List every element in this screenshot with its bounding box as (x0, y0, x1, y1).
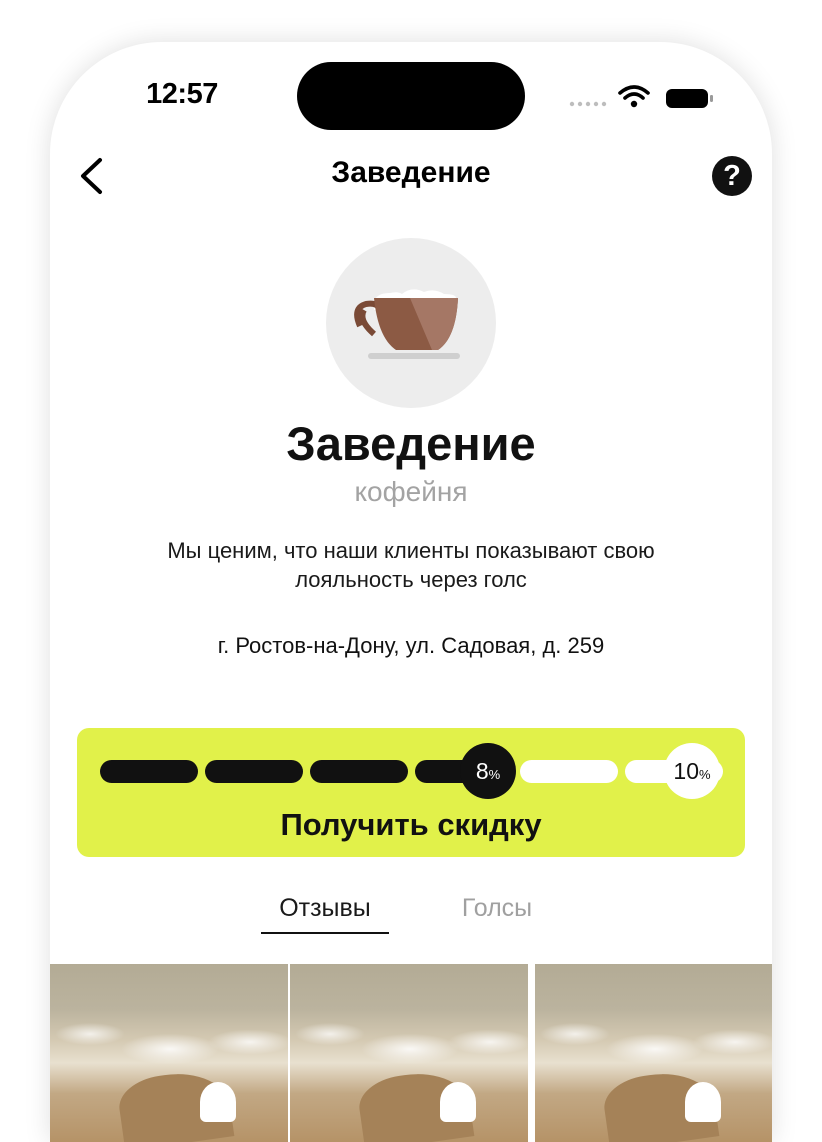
review-photo-gallery (50, 964, 772, 1142)
page-title: Заведение (331, 156, 491, 189)
progress-segment (100, 760, 198, 783)
battery-icon (666, 89, 713, 108)
review-photo[interactable] (535, 964, 772, 1142)
next-discount-marker: 10% (664, 743, 720, 799)
percent-sign: % (699, 767, 711, 782)
status-time: 12:57 (146, 78, 218, 110)
tab-reviews[interactable]: Отзывы (261, 894, 389, 923)
status-icons (568, 82, 718, 112)
venue-name: Заведение (286, 417, 536, 470)
review-photo[interactable] (290, 964, 528, 1142)
venue-description: Мы ценим, что наши клиенты показывают св… (167, 538, 655, 592)
tab-votes[interactable]: Голсы (434, 894, 560, 923)
chevron-left-icon (81, 158, 102, 194)
question-icon: ? (723, 160, 741, 192)
get-discount-label: Получить скидку (280, 807, 542, 842)
progress-segment (520, 760, 618, 783)
next-discount-value: 10 (673, 758, 700, 784)
current-discount-value: 8 (475, 758, 489, 784)
review-photo[interactable] (50, 964, 288, 1142)
get-discount-card[interactable]: 8% 10% Получить скидку (77, 728, 745, 857)
current-discount-marker: 8% (460, 743, 516, 799)
venue-logo (326, 238, 496, 408)
phone-screen: 12:57 Заведение ? Заведение кофейня Мы ц… (50, 42, 772, 1142)
progress-segment (205, 760, 303, 783)
coffee-cup-icon (354, 289, 460, 359)
help-button[interactable]: ? (712, 156, 752, 196)
active-tab-indicator (261, 932, 389, 934)
percent-sign: % (488, 767, 501, 782)
venue-address: г. Ростов-на-Дону, ул. Садовая, д. 259 (217, 633, 605, 658)
back-button[interactable] (74, 154, 114, 198)
dynamic-island (297, 62, 525, 130)
venue-category: кофейня (354, 476, 468, 507)
progress-segment (310, 760, 408, 783)
cellular-signal-icon (569, 101, 607, 107)
wifi-icon (618, 85, 650, 108)
